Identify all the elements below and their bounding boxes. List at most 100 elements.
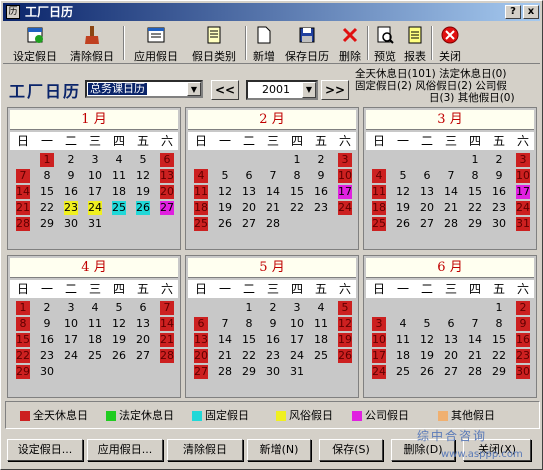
- day-cell[interactable]: 29: [237, 364, 261, 380]
- chevron-down-icon[interactable]: ▼: [302, 82, 316, 98]
- day-cell[interactable]: 15: [35, 184, 59, 200]
- window-close-button[interactable]: x: [523, 5, 539, 19]
- day-cell[interactable]: 28: [261, 216, 285, 232]
- day-cell[interactable]: 16: [487, 184, 511, 200]
- day-cell[interactable]: 17: [333, 184, 357, 200]
- day-cell[interactable]: 4: [309, 300, 333, 316]
- day-cell[interactable]: 24: [285, 348, 309, 364]
- day-cell[interactable]: 2: [309, 152, 333, 168]
- save-button[interactable]: 保存(S): [319, 439, 383, 461]
- day-cell[interactable]: 7: [261, 168, 285, 184]
- day-cell[interactable]: 2: [261, 300, 285, 316]
- day-cell[interactable]: 9: [35, 316, 59, 332]
- help-button[interactable]: ?: [505, 5, 521, 19]
- day-cell[interactable]: 30: [261, 364, 285, 380]
- day-cell[interactable]: 3: [285, 300, 309, 316]
- day-cell[interactable]: 9: [261, 316, 285, 332]
- day-cell[interactable]: 18: [309, 332, 333, 348]
- day-cell[interactable]: 2: [511, 300, 535, 316]
- day-cell[interactable]: 15: [487, 332, 511, 348]
- day-cell[interactable]: 25: [367, 216, 391, 232]
- day-cell[interactable]: 12: [213, 184, 237, 200]
- day-cell[interactable]: 28: [155, 348, 179, 364]
- day-cell[interactable]: 9: [487, 168, 511, 184]
- day-cell[interactable]: 21: [439, 200, 463, 216]
- day-cell[interactable]: 10: [367, 332, 391, 348]
- day-cell[interactable]: 27: [415, 216, 439, 232]
- day-cell[interactable]: 1: [487, 300, 511, 316]
- day-cell[interactable]: 22: [11, 348, 35, 364]
- day-cell[interactable]: 31: [285, 364, 309, 380]
- day-cell[interactable]: 28: [213, 364, 237, 380]
- day-cell[interactable]: 4: [83, 300, 107, 316]
- day-cell[interactable]: 16: [35, 332, 59, 348]
- day-cell[interactable]: 28: [439, 216, 463, 232]
- day-cell[interactable]: 19: [131, 184, 155, 200]
- day-cell[interactable]: 30: [59, 216, 83, 232]
- day-cell[interactable]: 26: [107, 348, 131, 364]
- day-cell[interactable]: 2: [35, 300, 59, 316]
- day-cell[interactable]: 26: [213, 216, 237, 232]
- day-cell[interactable]: 27: [237, 216, 261, 232]
- day-cell[interactable]: 28: [11, 216, 35, 232]
- day-cell[interactable]: 5: [415, 316, 439, 332]
- day-cell[interactable]: 21: [261, 200, 285, 216]
- day-cell[interactable]: 13: [155, 168, 179, 184]
- clear-holiday-button[interactable]: 清除假日: [167, 439, 243, 461]
- day-cell[interactable]: 25: [83, 348, 107, 364]
- day-cell[interactable]: 17: [59, 332, 83, 348]
- day-cell[interactable]: 25: [107, 200, 131, 216]
- day-cell[interactable]: 14: [213, 332, 237, 348]
- day-cell[interactable]: 7: [11, 168, 35, 184]
- day-cell[interactable]: 5: [107, 300, 131, 316]
- day-cell[interactable]: 7: [439, 168, 463, 184]
- day-cell[interactable]: 20: [155, 184, 179, 200]
- day-cell[interactable]: 26: [415, 364, 439, 380]
- toolbar-apply-holiday-button[interactable]: 应用假日: [129, 24, 183, 63]
- day-cell[interactable]: 15: [285, 184, 309, 200]
- day-cell[interactable]: 19: [415, 348, 439, 364]
- day-cell[interactable]: 18: [83, 332, 107, 348]
- day-cell[interactable]: 27: [439, 364, 463, 380]
- day-cell[interactable]: 18: [189, 200, 213, 216]
- day-cell[interactable]: 27: [189, 364, 213, 380]
- day-cell[interactable]: 23: [59, 200, 83, 216]
- day-cell[interactable]: 21: [213, 348, 237, 364]
- day-cell[interactable]: 9: [511, 316, 535, 332]
- day-cell[interactable]: 27: [131, 348, 155, 364]
- day-cell[interactable]: 6: [131, 300, 155, 316]
- day-cell[interactable]: 21: [155, 332, 179, 348]
- day-cell[interactable]: 16: [309, 184, 333, 200]
- day-cell[interactable]: 3: [333, 152, 357, 168]
- day-cell[interactable]: 17: [285, 332, 309, 348]
- day-cell[interactable]: 30: [35, 364, 59, 380]
- day-cell[interactable]: 13: [439, 332, 463, 348]
- day-cell[interactable]: 25: [189, 216, 213, 232]
- day-cell[interactable]: 17: [367, 348, 391, 364]
- day-cell[interactable]: 6: [439, 316, 463, 332]
- chevron-down-icon[interactable]: ▼: [187, 82, 201, 96]
- day-cell[interactable]: 14: [439, 184, 463, 200]
- day-cell[interactable]: 1: [285, 152, 309, 168]
- day-cell[interactable]: 8: [487, 316, 511, 332]
- toolbar-clear-holiday-button[interactable]: 清除假日: [65, 24, 119, 63]
- day-cell[interactable]: 11: [309, 316, 333, 332]
- day-cell[interactable]: 5: [131, 152, 155, 168]
- day-cell[interactable]: 15: [237, 332, 261, 348]
- day-cell[interactable]: 1: [463, 152, 487, 168]
- day-cell[interactable]: 3: [59, 300, 83, 316]
- day-cell[interactable]: 17: [83, 184, 107, 200]
- prev-year-button[interactable]: <<: [211, 80, 239, 100]
- day-cell[interactable]: 13: [415, 184, 439, 200]
- day-cell[interactable]: 11: [367, 184, 391, 200]
- day-cell[interactable]: 29: [35, 216, 59, 232]
- day-cell[interactable]: 7: [213, 316, 237, 332]
- day-cell[interactable]: 23: [511, 348, 535, 364]
- toolbar-report-button[interactable]: 报表: [401, 24, 429, 63]
- day-cell[interactable]: 3: [511, 152, 535, 168]
- day-cell[interactable]: 11: [83, 316, 107, 332]
- day-cell[interactable]: 22: [285, 200, 309, 216]
- day-cell[interactable]: 22: [237, 348, 261, 364]
- day-cell[interactable]: 25: [391, 364, 415, 380]
- day-cell[interactable]: 14: [261, 184, 285, 200]
